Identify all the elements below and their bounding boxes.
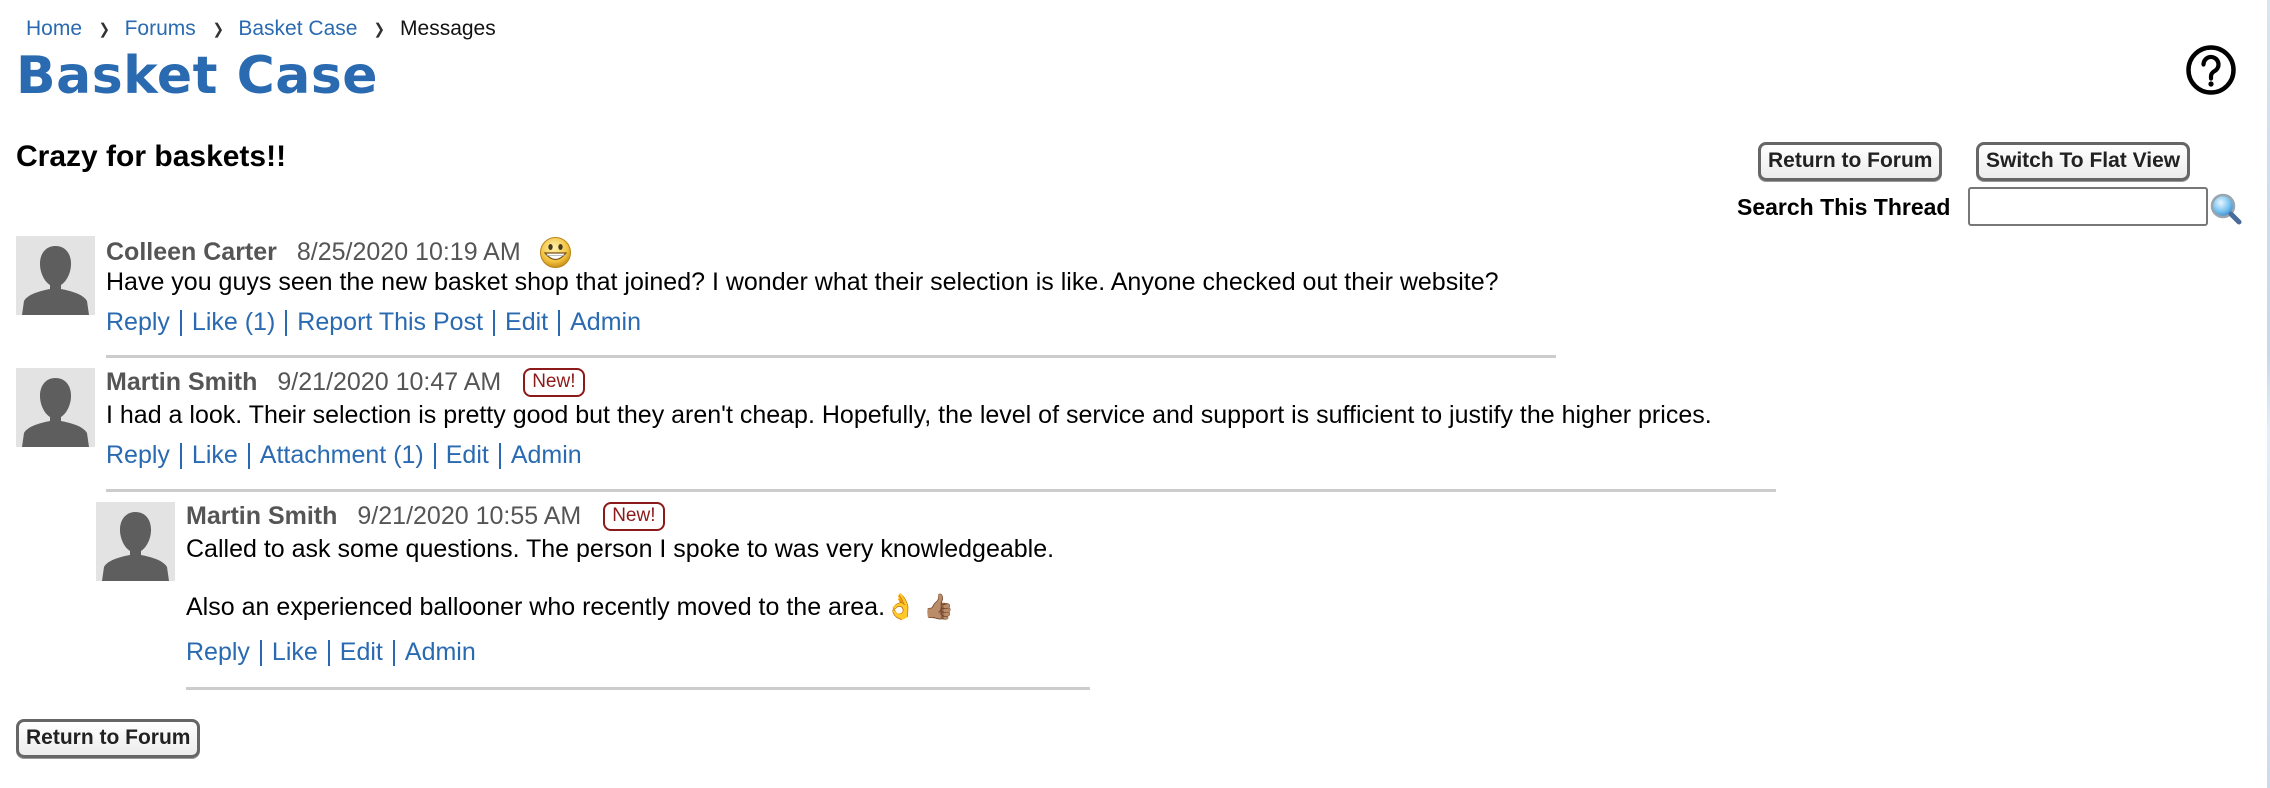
avatar <box>16 368 95 447</box>
return-to-forum-button[interactable]: Return to Forum <box>1758 142 1943 181</box>
post-header: Martin Smith 9/21/2020 10:47 AM New! <box>106 368 585 397</box>
post-paragraph: Called to ask some questions. The person… <box>186 535 1055 563</box>
action-divider <box>493 309 496 336</box>
grinning-face-icon <box>539 237 571 268</box>
reply-link[interactable]: Reply <box>106 308 170 337</box>
post-body: Have you guys seen the new basket shop t… <box>106 268 1499 297</box>
chevron-right-icon: ❯ <box>212 21 224 38</box>
action-divider <box>285 309 288 336</box>
post-header: Martin Smith 9/21/2020 10:55 AM New! <box>186 502 665 531</box>
chevron-right-icon: ❯ <box>374 21 386 38</box>
admin-link[interactable]: Admin <box>511 441 582 470</box>
post-paragraph: I had a look. Their selection is pretty … <box>106 401 1712 429</box>
page-title: Basket Case <box>16 46 379 106</box>
post-paragraph: Have you guys seen the new basket shop t… <box>106 268 1499 296</box>
post-body: Called to ask some questions. The person… <box>186 535 1054 622</box>
like-link[interactable]: Like <box>272 638 318 667</box>
new-badge: New! <box>603 502 665 531</box>
post-paragraph: Also an experienced ballooner who recent… <box>186 593 955 621</box>
breadcrumb-current: Messages <box>400 17 496 40</box>
breadcrumb: Home ❯ Forums ❯ Basket Case ❯ Messages <box>26 17 496 41</box>
post-actions: Reply Like Attachment (1) Edit Admin <box>106 441 582 470</box>
avatar <box>96 502 175 581</box>
switch-to-flat-view-button[interactable]: Switch To Flat View <box>1976 142 2191 181</box>
post-separator <box>106 489 1776 492</box>
post-body: I had a look. Their selection is pretty … <box>106 401 1712 430</box>
action-divider <box>179 442 182 469</box>
post-actions: Reply Like (1) Report This Post Edit Adm… <box>106 308 641 337</box>
admin-link[interactable]: Admin <box>405 638 476 667</box>
return-to-forum-button-bottom[interactable]: Return to Forum <box>16 719 201 758</box>
post-actions: Reply Like Edit Admin <box>186 638 476 667</box>
action-divider <box>179 309 182 336</box>
post-timestamp: 9/21/2020 10:55 AM <box>357 502 582 530</box>
attachment-link[interactable]: Attachment (1) <box>260 441 424 470</box>
action-divider <box>259 639 262 666</box>
action-divider <box>433 442 436 469</box>
like-link[interactable]: Like <box>192 441 238 470</box>
post-header: Colleen Carter 8/25/2020 10:19 AM <box>106 236 572 269</box>
breadcrumb-basket-case[interactable]: Basket Case <box>238 17 357 41</box>
help-icon[interactable] <box>2185 44 2237 96</box>
search-thread-input[interactable] <box>1968 187 2208 226</box>
action-divider <box>247 442 250 469</box>
edit-link[interactable]: Edit <box>340 638 383 667</box>
post-author[interactable]: Martin Smith <box>186 502 337 531</box>
report-post-link[interactable]: Report This Post <box>297 308 483 337</box>
new-badge: New! <box>523 368 585 397</box>
thread-subtitle: Crazy for baskets!! <box>16 140 287 173</box>
edit-link[interactable]: Edit <box>505 308 548 337</box>
post-separator <box>106 355 1556 358</box>
post-author[interactable]: Colleen Carter <box>106 238 277 267</box>
search-thread-label: Search This Thread <box>1737 194 1951 220</box>
action-divider <box>498 442 501 469</box>
breadcrumb-forums[interactable]: Forums <box>125 17 196 41</box>
search-icon[interactable] <box>2209 192 2243 226</box>
post-timestamp: 8/25/2020 10:19 AM <box>296 238 521 266</box>
action-divider <box>392 639 395 666</box>
post-author[interactable]: Martin Smith <box>106 368 257 397</box>
reply-link[interactable]: Reply <box>186 638 250 667</box>
like-link[interactable]: Like (1) <box>192 308 275 337</box>
breadcrumb-home[interactable]: Home <box>26 17 82 41</box>
admin-link[interactable]: Admin <box>570 308 641 337</box>
action-divider <box>558 309 561 336</box>
action-divider <box>327 639 330 666</box>
avatar <box>16 236 95 315</box>
reply-link[interactable]: Reply <box>106 441 170 470</box>
chevron-right-icon: ❯ <box>98 21 110 38</box>
post-timestamp: 9/21/2020 10:47 AM <box>277 368 502 396</box>
post-separator <box>186 687 1090 690</box>
edit-link[interactable]: Edit <box>446 441 489 470</box>
